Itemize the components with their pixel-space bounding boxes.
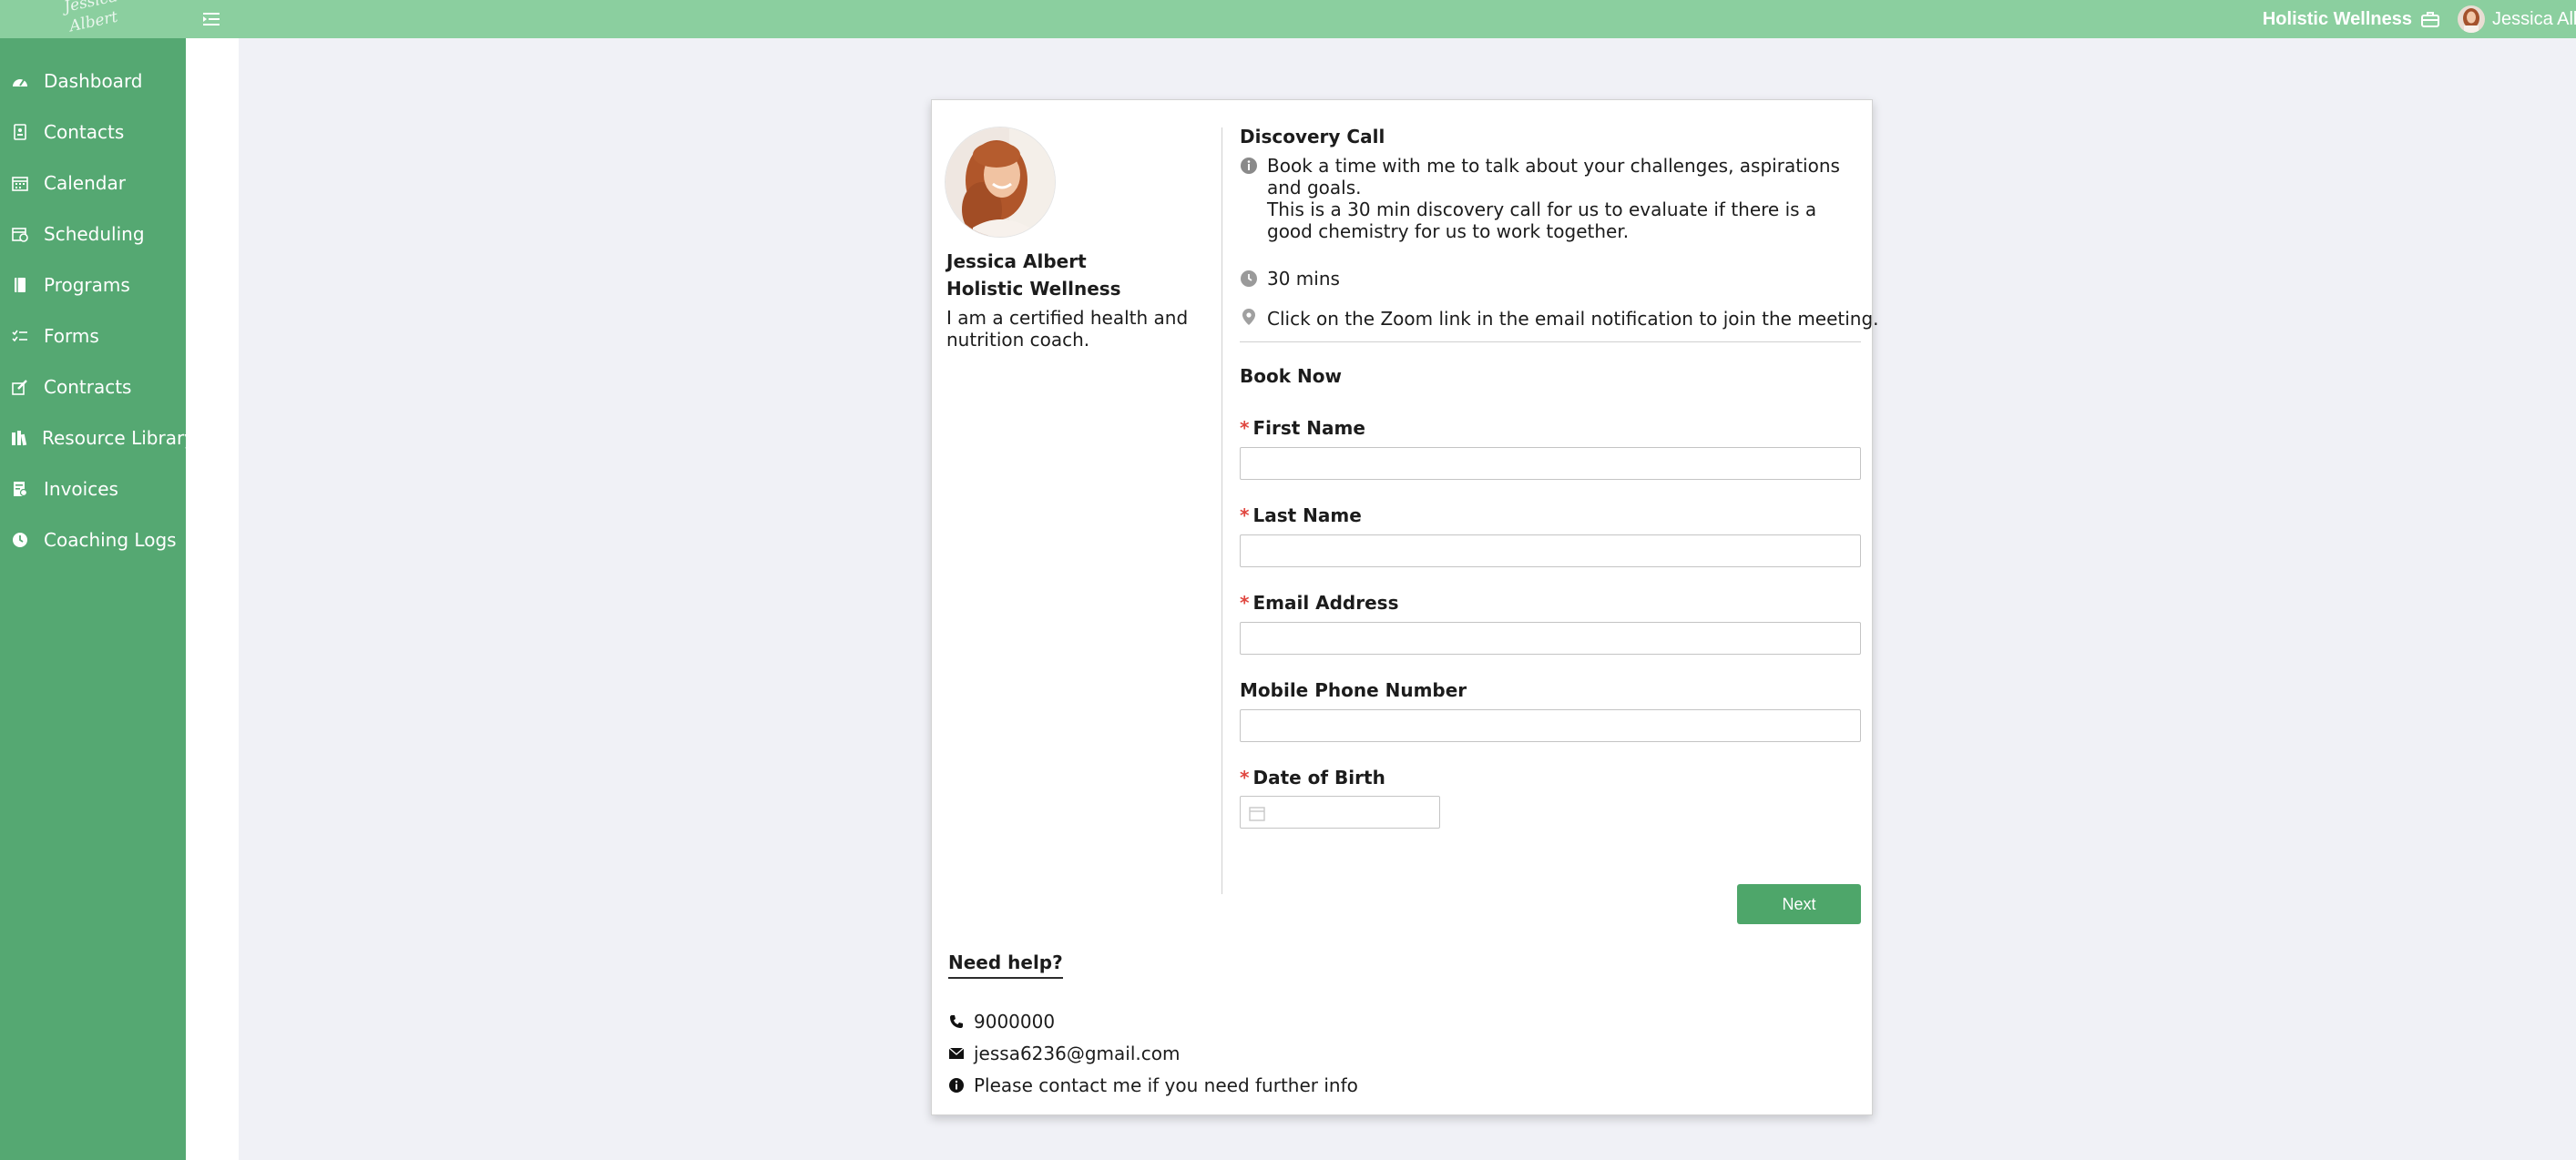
sidebar-item-label: Dashboard (44, 70, 143, 92)
sidebar-item-programs[interactable]: Programs (0, 267, 186, 303)
coaching-logs-icon (11, 531, 29, 549)
contacts-icon (11, 123, 29, 141)
booking-card: Jessica Albert Holistic Wellness I am a … (931, 99, 1879, 1115)
sidebar-item-label: Invoices (44, 478, 118, 500)
sidebar-item-forms[interactable]: Forms (0, 318, 186, 354)
required-marker: * (1240, 417, 1250, 439)
phone-label: Mobile Phone Number (1240, 679, 1467, 701)
required-marker: * (1240, 767, 1250, 789)
programs-icon (11, 276, 29, 294)
event-location: Click on the Zoom link in the email noti… (1267, 308, 1879, 330)
calendar-icon (1249, 807, 1265, 821)
avatar[interactable] (2458, 5, 2485, 33)
sidebar-item-contracts[interactable]: Contracts (0, 369, 186, 405)
envelope-icon (948, 1045, 965, 1062)
sidebar: Dashboard Contacts Calendar Scheduling P… (0, 38, 195, 1160)
last-name-input[interactable] (1240, 534, 1861, 567)
calendar-icon (11, 174, 29, 192)
sidebar-item-invoices[interactable]: Invoices (0, 471, 186, 507)
dashboard-icon (11, 72, 29, 90)
menu-toggle-button[interactable] (199, 6, 224, 32)
top-right-area: Holistic Wellness Jessica Albert (2263, 0, 2576, 38)
next-button[interactable]: Next (1737, 884, 1861, 924)
help-info: Please contact me if you need further in… (974, 1074, 1358, 1096)
sidebar-item-label: Calendar (44, 172, 126, 194)
info-icon (948, 1077, 965, 1094)
last-name-label-text: Last Name (1252, 504, 1362, 526)
required-marker: * (1240, 504, 1250, 526)
sidebar-item-label: Resource Library (42, 427, 196, 449)
last-name-label: * Last Name (1240, 504, 1362, 526)
sidebar-item-dashboard[interactable]: Dashboard (0, 63, 186, 99)
coach-bio: I am a certified health and nutrition co… (946, 307, 1189, 351)
user-name[interactable]: Jessica Albert (2492, 9, 2576, 30)
help-info-row: Please contact me if you need further in… (948, 1074, 1358, 1096)
location-pin-icon (1240, 308, 1258, 326)
logo[interactable]: Jessica Albert (55, 0, 119, 36)
help-email[interactable]: jessa6236@gmail.com (974, 1043, 1180, 1064)
coach-name: Jessica Albert (946, 250, 1087, 272)
event-description-line-1: Book a time with me to talk about your c… (1267, 155, 1840, 198)
need-help-heading: Need help? (948, 951, 1063, 979)
info-icon (1240, 157, 1258, 175)
help-phone-row: 9000000 (948, 1011, 1055, 1033)
briefcase-icon[interactable] (2421, 9, 2441, 29)
sidebar-item-label: Coaching Logs (44, 529, 177, 551)
sidebar-item-label: Programs (44, 274, 130, 296)
event-duration: 30 mins (1267, 268, 1340, 290)
menu-icon (203, 13, 220, 25)
email-input[interactable] (1240, 622, 1861, 655)
dob-date-input[interactable] (1240, 796, 1440, 829)
sidebar-item-coaching-logs[interactable]: Coaching Logs (0, 522, 186, 558)
dob-label-text: Date of Birth (1252, 767, 1385, 789)
sidebar-item-label: Contacts (44, 121, 125, 143)
sidebar-item-label: Forms (44, 325, 99, 347)
first-name-label: * First Name (1240, 417, 1365, 439)
email-label-text: Email Address (1252, 592, 1399, 614)
resource-library-icon (11, 429, 27, 447)
sidebar-item-label: Scheduling (44, 223, 145, 245)
email-label: * Email Address (1240, 592, 1399, 614)
scheduling-icon (11, 225, 29, 243)
top-bar: Jessica Albert Holistic Wellness Jessica… (0, 0, 2576, 38)
content-gutter (186, 38, 239, 1160)
sidebar-item-label: Contracts (44, 376, 132, 398)
first-name-input[interactable] (1240, 447, 1861, 480)
business-name[interactable]: Holistic Wellness (2263, 9, 2412, 30)
event-description: Book a time with me to talk about your c… (1267, 155, 1861, 242)
help-phone[interactable]: 9000000 (974, 1011, 1055, 1033)
help-email-row: jessa6236@gmail.com (948, 1043, 1180, 1064)
section-divider (1240, 341, 1861, 342)
invoices-icon (11, 480, 29, 498)
event-title: Discovery Call (1240, 126, 1385, 148)
sidebar-item-scheduling[interactable]: Scheduling (0, 216, 186, 252)
phone-input[interactable] (1240, 709, 1861, 742)
phone-icon (948, 1013, 965, 1030)
dob-label: * Date of Birth (1240, 767, 1385, 789)
required-marker: * (1240, 592, 1250, 614)
event-description-line-2: This is a 30 min discovery call for us t… (1267, 198, 1817, 242)
profile-photo (945, 127, 1056, 238)
coach-business: Holistic Wellness (946, 278, 1121, 300)
sidebar-item-calendar[interactable]: Calendar (0, 165, 186, 201)
sidebar-item-contacts[interactable]: Contacts (0, 114, 186, 150)
first-name-label-text: First Name (1252, 417, 1365, 439)
contracts-icon (11, 378, 29, 396)
clock-icon (1240, 270, 1258, 288)
forms-icon (11, 327, 29, 345)
sidebar-item-resource-library[interactable]: Resource Library (0, 420, 195, 456)
book-now-heading: Book Now (1240, 365, 1342, 387)
